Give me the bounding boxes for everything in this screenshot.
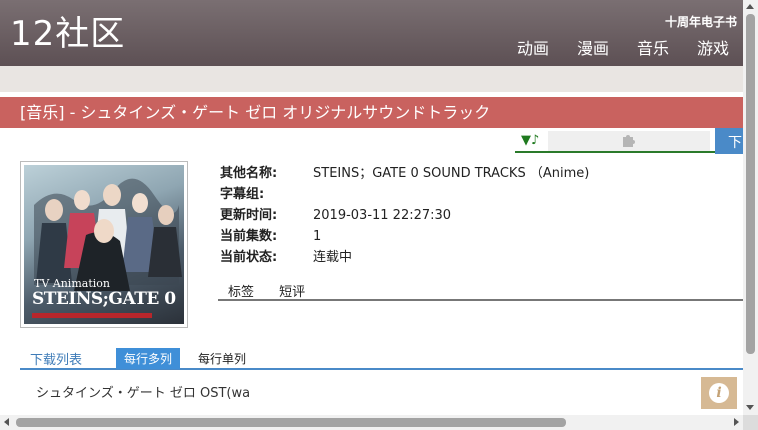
scroll-right-icon[interactable]: [734, 418, 739, 426]
nav-item-manga[interactable]: 漫画: [577, 38, 609, 60]
tab-reviews[interactable]: 短评: [279, 283, 305, 303]
horizontal-scrollbar[interactable]: [0, 415, 743, 430]
info-label: 更新时间:: [220, 208, 278, 223]
nav-item-game[interactable]: 游戏: [697, 38, 729, 60]
scroll-up-icon[interactable]: [746, 4, 754, 9]
tab-tags[interactable]: 标签: [228, 283, 254, 303]
site-logo[interactable]: 12社区: [10, 14, 125, 54]
info-value: 1: [313, 229, 322, 244]
page-title: [音乐] - シュタインズ・ゲート ゼロ オリジナルサウンドトラック: [20, 103, 491, 122]
title-bar: [音乐] - シュタインズ・ゲート ゼロ オリジナルサウンドトラック: [0, 97, 743, 128]
info-row-updated: 更新时间: 2019-03-11 22:27:30: [220, 205, 589, 226]
info-label: 当前集数:: [220, 229, 278, 244]
info-label: 当前状态:: [220, 250, 278, 265]
info-label: 其他名称:: [220, 166, 278, 181]
vertical-scroll-thumb[interactable]: [746, 14, 755, 354]
music-note-icon[interactable]: ▼♪: [521, 133, 539, 149]
horizontal-scroll-thumb[interactable]: [16, 418, 566, 427]
view-multi-column-button[interactable]: 每行多列: [116, 348, 181, 369]
info-icon: i: [709, 383, 729, 403]
info-value: 2019-03-11 22:27:30: [313, 208, 452, 223]
sub-header-band: [0, 66, 743, 92]
nav-item-anime[interactable]: 动画: [517, 38, 549, 60]
info-row-subgroup: 字幕组:: [220, 184, 589, 205]
download-button[interactable]: 下: [715, 128, 743, 154]
album-cover[interactable]: TV Animation STEINS;GATE 0: [20, 161, 188, 328]
vertical-scrollbar[interactable]: [743, 0, 758, 415]
info-row-other-name: 其他名称: STEINS；GATE 0 SOUND TRACKS （Anime): [220, 163, 589, 184]
download-item[interactable]: シュタインズ・ゲート ゼロ OST(wa: [36, 382, 250, 401]
info-row-episodes: 当前集数: 1: [220, 226, 589, 247]
site-header: 12社区 十周年电子书 动画 漫画 音乐 游戏: [0, 0, 743, 66]
puzzle-icon: [623, 135, 635, 147]
info-value: STEINS；GATE 0 SOUND TRACKS （Anime): [313, 166, 590, 181]
info-button[interactable]: i: [701, 377, 737, 409]
main-nav: 动画 漫画 音乐 游戏: [489, 38, 729, 60]
cover-art: TV Animation STEINS;GATE 0: [24, 165, 184, 324]
cover-red-band: [32, 313, 152, 318]
album-info: 其他名称: STEINS；GATE 0 SOUND TRACKS （Anime) …: [220, 163, 589, 268]
info-row-status: 当前状态: 连载中: [220, 247, 589, 268]
player-divider: [515, 151, 715, 153]
info-value: 连载中: [313, 250, 353, 265]
scroll-left-icon[interactable]: [4, 418, 9, 426]
info-label: 字幕组:: [220, 187, 265, 202]
download-list-header: 下载列表 每行多列 每行单列: [20, 347, 743, 370]
scrollbar-corner: [743, 415, 758, 430]
view-single-column-button[interactable]: 每行单列: [198, 350, 246, 367]
download-list-label[interactable]: 下载列表: [30, 349, 82, 368]
scroll-down-icon[interactable]: [746, 405, 754, 410]
nav-item-music[interactable]: 音乐: [637, 38, 669, 60]
info-tabs: 标签 短评: [218, 281, 743, 301]
ebook-link[interactable]: 十周年电子书: [665, 13, 737, 30]
cover-title: STEINS;GATE 0: [32, 289, 176, 309]
